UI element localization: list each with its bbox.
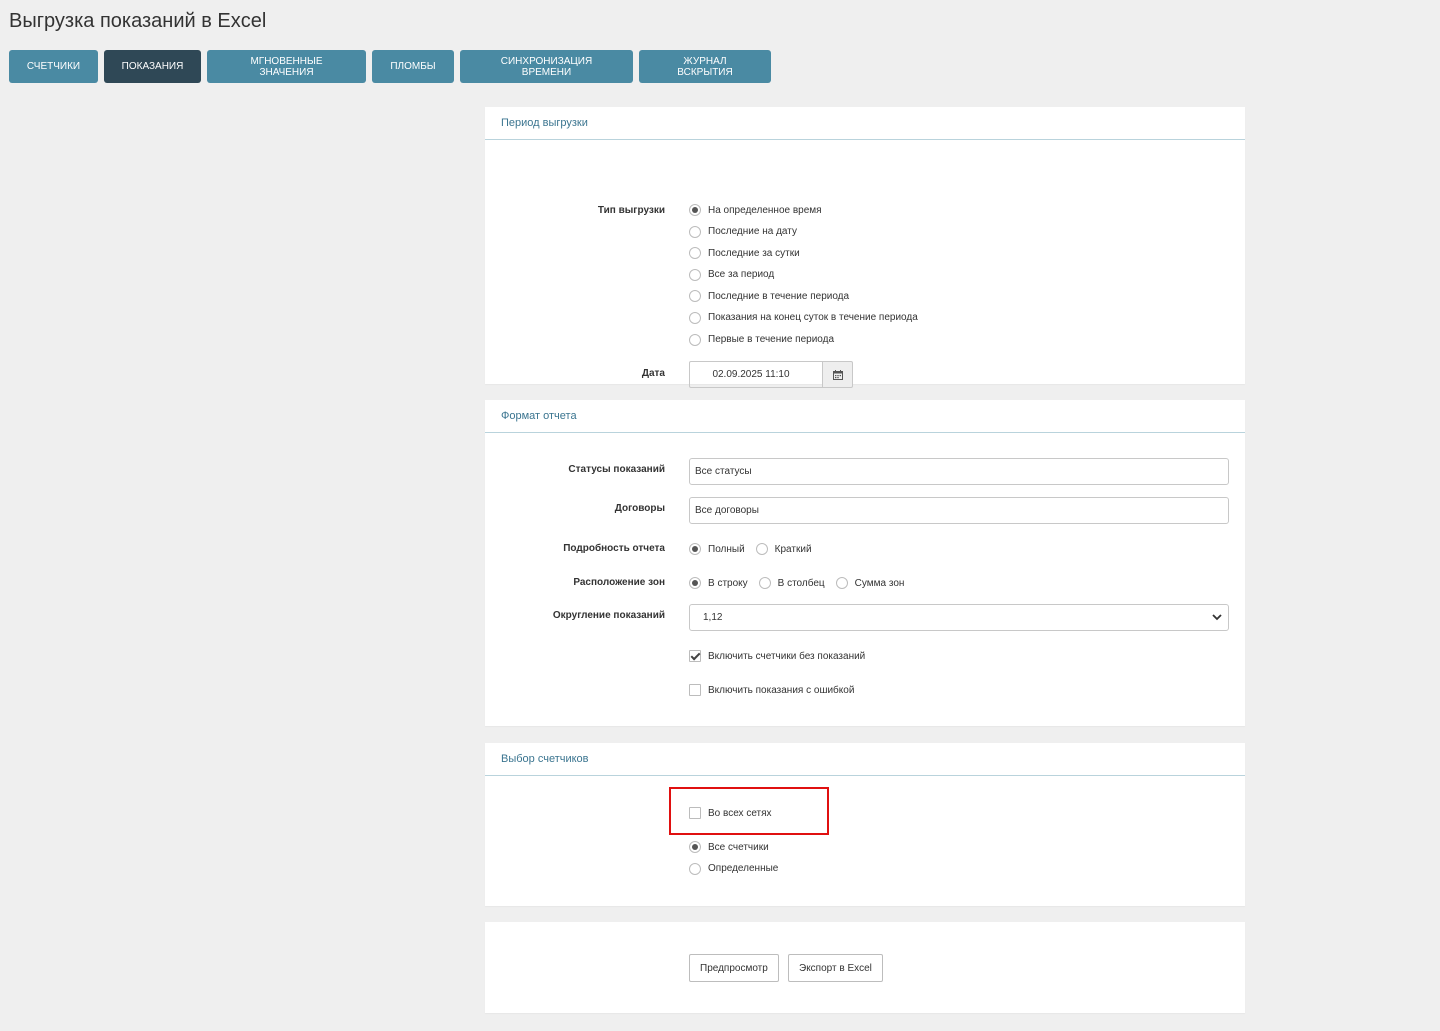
detail-label: Подробность отчета: [563, 543, 665, 554]
tab-meters[interactable]: СЧЕТЧИКИ: [9, 50, 98, 83]
include-errors-option: Включить показания с ошибкой: [689, 683, 854, 697]
statuses-label: Статусы показаний: [568, 464, 665, 475]
preview-button[interactable]: Предпросмотр: [689, 954, 779, 982]
tab-time-sync[interactable]: СИНХРОНИЗАЦИЯ ВРЕМЕНИ: [460, 50, 633, 83]
tab-instant-values[interactable]: МГНОВЕННЫЕ ЗНАЧЕНИЯ: [207, 50, 366, 83]
checkbox-icon[interactable]: [689, 684, 701, 696]
export-type-option[interactable]: Первые в течение периода: [689, 333, 918, 347]
export-type-option[interactable]: Последние в течение периода: [689, 289, 918, 303]
date-picker: 02.09.2025 11:10: [689, 361, 853, 388]
radio-icon[interactable]: [689, 247, 701, 260]
radio-icon[interactable]: [755, 543, 768, 555]
export-type-label: Тип выгрузки: [597, 205, 665, 216]
statuses-field[interactable]: Все статусы: [689, 458, 1229, 485]
meters-option[interactable]: Определенные: [689, 862, 778, 876]
tab-bar: СЧЕТЧИКИ ПОКАЗАНИЯ МГНОВЕННЫЕ ЗНАЧЕНИЯ П…: [9, 50, 771, 83]
rounding-select[interactable]: 1,12: [689, 604, 1229, 631]
period-panel: Период выгрузки Тип выгрузки На определе…: [485, 107, 1245, 388]
meters-option[interactable]: Все счетчики: [689, 840, 778, 854]
tab-readings[interactable]: ПОКАЗАНИЯ: [104, 50, 201, 83]
radio-icon[interactable]: [689, 862, 701, 875]
highlight-frame: [669, 787, 829, 835]
date-input[interactable]: 02.09.2025 11:10: [689, 361, 823, 388]
radio-icon[interactable]: [689, 841, 701, 853]
radio-icon[interactable]: [689, 204, 701, 216]
period-panel-title: Период выгрузки: [485, 107, 1245, 140]
include-no-readings-option: Включить счетчики без показаний: [689, 649, 865, 663]
radio-icon[interactable]: [689, 333, 701, 346]
radio-icon[interactable]: [758, 577, 771, 589]
include-no-readings[interactable]: Включить счетчики без показаний: [689, 649, 865, 663]
export-excel-button[interactable]: Экспорт в Excel: [788, 954, 883, 982]
contracts-label: Договоры: [614, 503, 665, 514]
date-label: Дата: [641, 368, 665, 379]
export-type-option[interactable]: Показания на конец суток в течение перио…: [689, 311, 918, 325]
radio-icon[interactable]: [689, 290, 701, 303]
meters-panel-title: Выбор счетчиков: [485, 743, 1245, 776]
export-type-option[interactable]: Все за период: [689, 268, 918, 282]
format-panel-title: Формат отчета: [485, 400, 1245, 433]
radio-icon[interactable]: [689, 311, 701, 324]
chevron-down-icon: [1212, 614, 1222, 621]
zones-options: В строку В столбец Сумма зон: [689, 576, 904, 590]
meters-panel: Выбор счетчиков Во всех сетях Все счетчи…: [485, 743, 1245, 906]
radio-icon[interactable]: [689, 225, 701, 238]
export-type-option[interactable]: Последние за сутки: [689, 246, 918, 260]
zones-option[interactable]: В строку: [689, 576, 748, 590]
meters-options: Все счетчики Определенные: [689, 840, 778, 876]
export-type-option[interactable]: Последние на дату: [689, 225, 918, 239]
zones-option[interactable]: В столбец: [758, 576, 825, 590]
detail-option[interactable]: Краткий: [755, 542, 812, 556]
actions-panel: Предпросмотр Экспорт в Excel: [485, 922, 1245, 1013]
rounding-value: 1,12: [703, 612, 723, 623]
radio-icon[interactable]: [689, 543, 701, 555]
format-panel: Формат отчета Статусы показаний Все стат…: [485, 400, 1245, 726]
calendar-button[interactable]: [823, 361, 853, 388]
detail-option[interactable]: Полный: [689, 542, 745, 556]
page-title: Выгрузка показаний в Excel: [9, 10, 267, 32]
radio-icon[interactable]: [689, 577, 701, 589]
contracts-field[interactable]: Все договоры: [689, 497, 1229, 524]
calendar-icon: [832, 369, 843, 380]
radio-icon[interactable]: [689, 268, 701, 281]
export-type-options: На определенное время Последние на дату …: [689, 203, 918, 347]
zones-label: Расположение зон: [573, 577, 665, 588]
checkbox-icon[interactable]: [689, 650, 701, 662]
include-errors[interactable]: Включить показания с ошибкой: [689, 683, 854, 697]
rounding-label: Округление показаний: [552, 610, 665, 621]
detail-options: Полный Краткий: [689, 542, 812, 556]
export-type-option[interactable]: На определенное время: [689, 203, 918, 217]
tab-seals[interactable]: ПЛОМБЫ: [372, 50, 454, 83]
radio-icon[interactable]: [835, 577, 848, 589]
tab-opening-log[interactable]: ЖУРНАЛ ВСКРЫТИЯ: [639, 50, 771, 83]
zones-option[interactable]: Сумма зон: [835, 576, 904, 590]
